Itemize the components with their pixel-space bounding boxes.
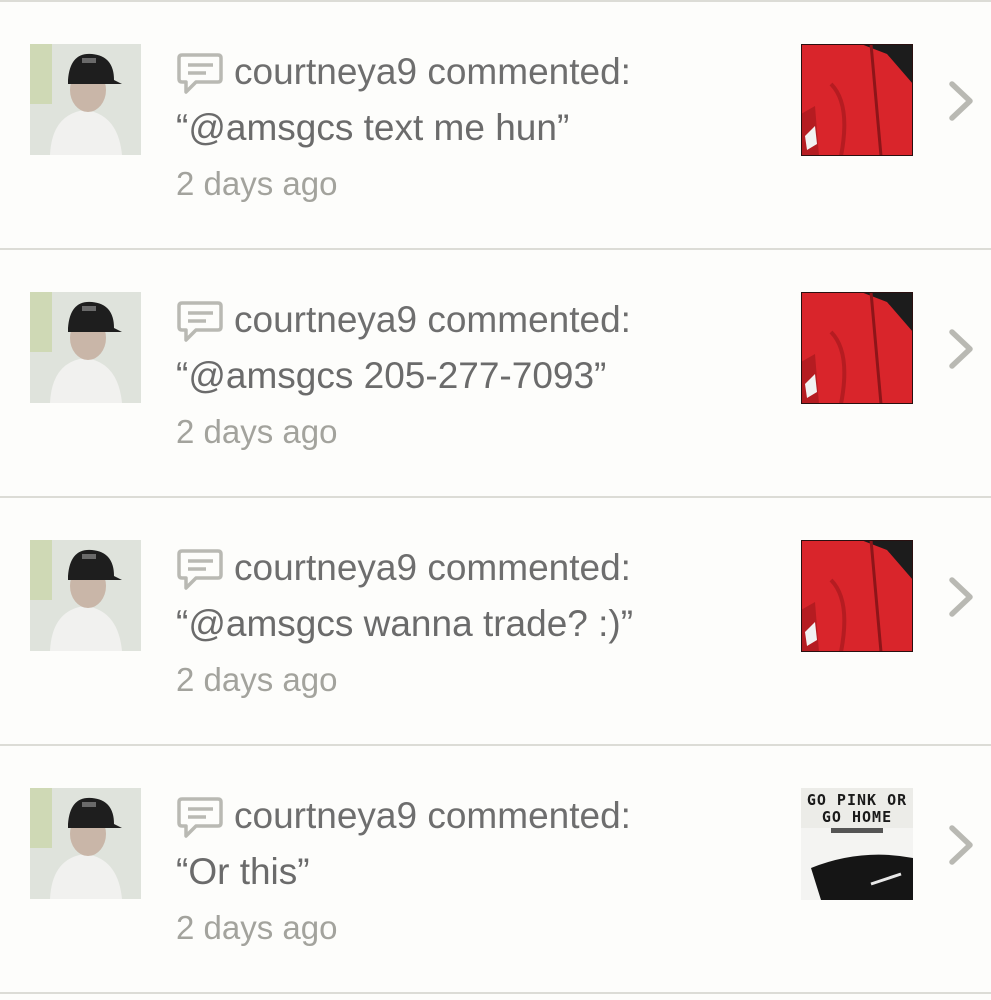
comment-text: “@amsgcs 205-277-7093” [176,355,607,396]
avatar[interactable] [30,292,141,403]
notification-row[interactable]: courtneya9 commented: “Or this” 2 days a… [0,746,991,994]
listing-thumbnail[interactable] [801,44,913,156]
username-link[interactable]: courtneya9 [234,795,417,837]
listing-thumbnail[interactable] [801,292,913,404]
timestamp: 2 days ago [176,661,338,698]
action-text: commented: [427,51,631,92]
comment-bubble-icon [177,301,223,342]
notification-row[interactable]: courtneya9 commented: “@amsgcs text me h… [0,2,991,250]
timestamp: 2 days ago [176,165,338,202]
chevron-right-icon[interactable] [944,822,978,868]
avatar[interactable] [30,788,141,899]
comment-bubble-icon [177,53,223,94]
action-text: commented: [427,795,631,836]
listing-thumbnail[interactable] [801,540,913,652]
timestamp: 2 days ago [176,909,338,946]
username-link[interactable]: courtneya9 [234,51,417,93]
notification-feed: courtneya9 commented: “@amsgcs text me h… [0,0,991,1000]
notification-row[interactable]: courtneya9 commented: “@amsgcs 205-277-7… [0,250,991,498]
listing-thumbnail[interactable]: GO PINK OR GO HOME [801,788,913,900]
action-text: commented: [427,299,631,340]
comment-bubble-icon [177,549,223,590]
username-link[interactable]: courtneya9 [234,547,417,589]
avatar[interactable] [30,540,141,651]
chevron-right-icon[interactable] [944,574,978,620]
action-text: commented: [427,547,631,588]
username-link[interactable]: courtneya9 [234,299,417,341]
timestamp: 2 days ago [176,413,338,450]
chevron-right-icon[interactable] [944,78,978,124]
chevron-right-icon[interactable] [944,326,978,372]
comment-text: “@amsgcs text me hun” [176,107,570,148]
comment-text: “Or this” [176,851,310,892]
avatar[interactable] [30,44,141,155]
comment-text: “@amsgcs wanna trade? :)” [176,603,634,644]
comment-bubble-icon [177,797,223,838]
thumbnail-print-text: GO PINK OR GO HOME [806,791,908,826]
notification-row[interactable]: courtneya9 commented: “@amsgcs wanna tra… [0,498,991,746]
